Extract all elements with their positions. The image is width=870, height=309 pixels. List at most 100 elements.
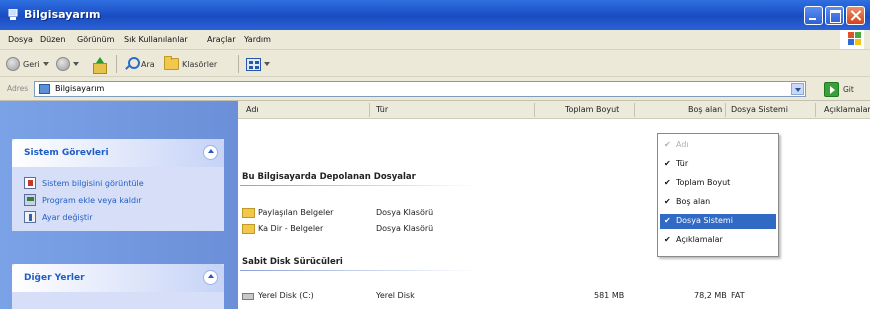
address-label: Adres — [7, 84, 29, 93]
menu-duzen[interactable]: Düzen — [40, 35, 65, 44]
row-name: Yerel Disk (C:) — [258, 291, 314, 300]
menu-item-label: Tür — [676, 159, 689, 168]
collapse-icon[interactable] — [203, 270, 218, 285]
up-button[interactable] — [92, 55, 107, 74]
group-title: Sabit Disk Sürücüleri — [242, 257, 343, 267]
check-icon: ✔ — [664, 178, 671, 187]
group-divider — [240, 270, 580, 271]
row-type: Yerel Disk — [376, 291, 415, 300]
task-add-remove-programs[interactable]: Program ekle veya kaldır — [24, 194, 142, 206]
menu-item-label: Toplam Boyut — [676, 178, 731, 187]
back-button[interactable]: Geri — [6, 55, 49, 73]
views-button[interactable] — [246, 55, 270, 73]
menu-item-label: Açıklamalar — [676, 235, 723, 244]
menu-item-total-size[interactable]: ✔ Toplam Boyut — [660, 176, 776, 191]
other-places-panel: Diğer Yerler — [12, 264, 224, 309]
computer-icon — [39, 84, 50, 94]
column-divider[interactable] — [634, 103, 635, 117]
column-divider[interactable] — [369, 103, 370, 117]
row-type: Dosya Klasörü — [376, 224, 434, 233]
menu-item-label: Boş alan — [676, 197, 711, 206]
search-button[interactable]: Ara — [124, 55, 155, 73]
back-dropdown-icon — [42, 62, 49, 66]
task-view-system-info[interactable]: Sistem bilgisini görüntüle — [24, 177, 144, 189]
row-type: Dosya Klasörü — [376, 208, 434, 217]
column-header: Adı Tür Toplam Boyut Boş alan Dosya Sist… — [238, 101, 870, 119]
back-arrow-icon — [6, 57, 20, 71]
folder-icon — [242, 224, 255, 234]
row-file-system: FAT — [731, 291, 745, 300]
title-bar: Bilgisayarım — [0, 0, 870, 30]
forward-button[interactable] — [56, 55, 79, 73]
close-button[interactable] — [846, 6, 865, 25]
menu-bar: Dosya Düzen Görünüm Sık Kullanılanlar Ar… — [0, 30, 870, 50]
go-label[interactable]: Git — [843, 85, 854, 94]
minimize-button[interactable] — [804, 6, 823, 25]
back-label: Geri — [23, 59, 40, 69]
maximize-button[interactable] — [825, 6, 844, 25]
menu-yardim[interactable]: Yardım — [244, 35, 271, 44]
row-free-space: 78,2 MB — [694, 291, 727, 300]
column-context-menu: ✔ Adı ✔ Tür ✔ Toplam Boyut ✔ Boş alan ✔ … — [657, 133, 779, 257]
search-icon — [124, 57, 140, 71]
row-name: Paylaşılan Belgeler — [258, 208, 334, 217]
check-icon: ✔ — [664, 159, 671, 168]
menu-dosya[interactable]: Dosya — [8, 35, 33, 44]
address-value: Bilgisayarım — [55, 84, 105, 93]
column-free-space[interactable]: Boş alan — [688, 105, 722, 114]
other-places-header[interactable]: Diğer Yerler — [12, 264, 224, 292]
column-total-size[interactable]: Toplam Boyut — [565, 105, 619, 114]
task-pane: Sistem Görevleri Sistem bilgisini görünt… — [0, 101, 238, 309]
column-comments[interactable]: Açıklamalar — [824, 105, 870, 114]
menu-item-comments[interactable]: ✔ Açıklamalar — [660, 233, 776, 248]
column-divider[interactable] — [815, 103, 816, 117]
window-title: Bilgisayarım — [24, 8, 101, 21]
group-title: Bu Bilgisayarda Depolanan Dosyalar — [242, 172, 416, 182]
toolbar-separator — [116, 55, 117, 73]
check-icon: ✔ — [664, 197, 671, 206]
menu-item-label: Adı — [676, 140, 689, 149]
address-dropdown-button[interactable] — [791, 83, 804, 95]
control-panel-icon — [24, 211, 36, 223]
toolbar-separator — [238, 55, 239, 73]
views-icon — [246, 57, 261, 71]
column-divider[interactable] — [725, 103, 726, 117]
menu-item-name: ✔ Adı — [660, 138, 776, 153]
folders-label: Klasörler — [182, 59, 218, 69]
task-change-setting[interactable]: Ayar değiştir — [24, 211, 93, 223]
column-name[interactable]: Adı — [246, 105, 259, 114]
system-tasks-panel: Sistem Görevleri Sistem bilgisini görünt… — [12, 139, 224, 231]
menu-gorunum[interactable]: Görünüm — [77, 35, 114, 44]
row-total-size: 581 MB — [594, 291, 625, 300]
menu-item-file-system[interactable]: ✔ Dosya Sistemi — [660, 214, 776, 229]
menu-item-free-space[interactable]: ✔ Boş alan — [660, 195, 776, 210]
menu-item-label: Dosya Sistemi — [676, 216, 733, 225]
address-bar: Adres Bilgisayarım Git — [0, 77, 870, 101]
column-type[interactable]: Tür — [376, 105, 388, 114]
check-icon: ✔ — [664, 235, 671, 244]
task-label: Program ekle veya kaldır — [42, 195, 142, 205]
menu-sik-kullanilanlar[interactable]: Sık Kullanılanlar — [124, 35, 188, 44]
address-input[interactable]: Bilgisayarım — [34, 81, 806, 97]
column-file-system[interactable]: Dosya Sistemi — [731, 105, 788, 114]
folders-button[interactable]: Klasörler — [164, 55, 217, 73]
row-name: Ka Dir - Belgeler — [258, 224, 324, 233]
group-divider — [240, 185, 580, 186]
check-icon: ✔ — [664, 140, 671, 149]
folder-icon — [242, 208, 255, 218]
forward-arrow-icon — [56, 57, 70, 71]
go-button[interactable] — [824, 82, 839, 97]
windows-logo-icon — [840, 30, 864, 49]
table-row[interactable]: Yerel Disk (C:) Yerel Disk 581 MB 78,2 M… — [238, 290, 870, 304]
collapse-icon[interactable] — [203, 145, 218, 160]
menu-item-type[interactable]: ✔ Tür — [660, 157, 776, 172]
folders-icon — [164, 56, 179, 70]
folder-up-icon — [92, 56, 107, 74]
toolbar: Geri Ara Klasörler — [0, 50, 870, 77]
programs-icon — [24, 194, 36, 206]
system-tasks-header[interactable]: Sistem Görevleri — [12, 139, 224, 167]
column-divider[interactable] — [534, 103, 535, 117]
menu-araclar[interactable]: Araçlar — [207, 35, 235, 44]
forward-dropdown-icon — [73, 62, 79, 66]
system-info-icon — [24, 177, 36, 189]
